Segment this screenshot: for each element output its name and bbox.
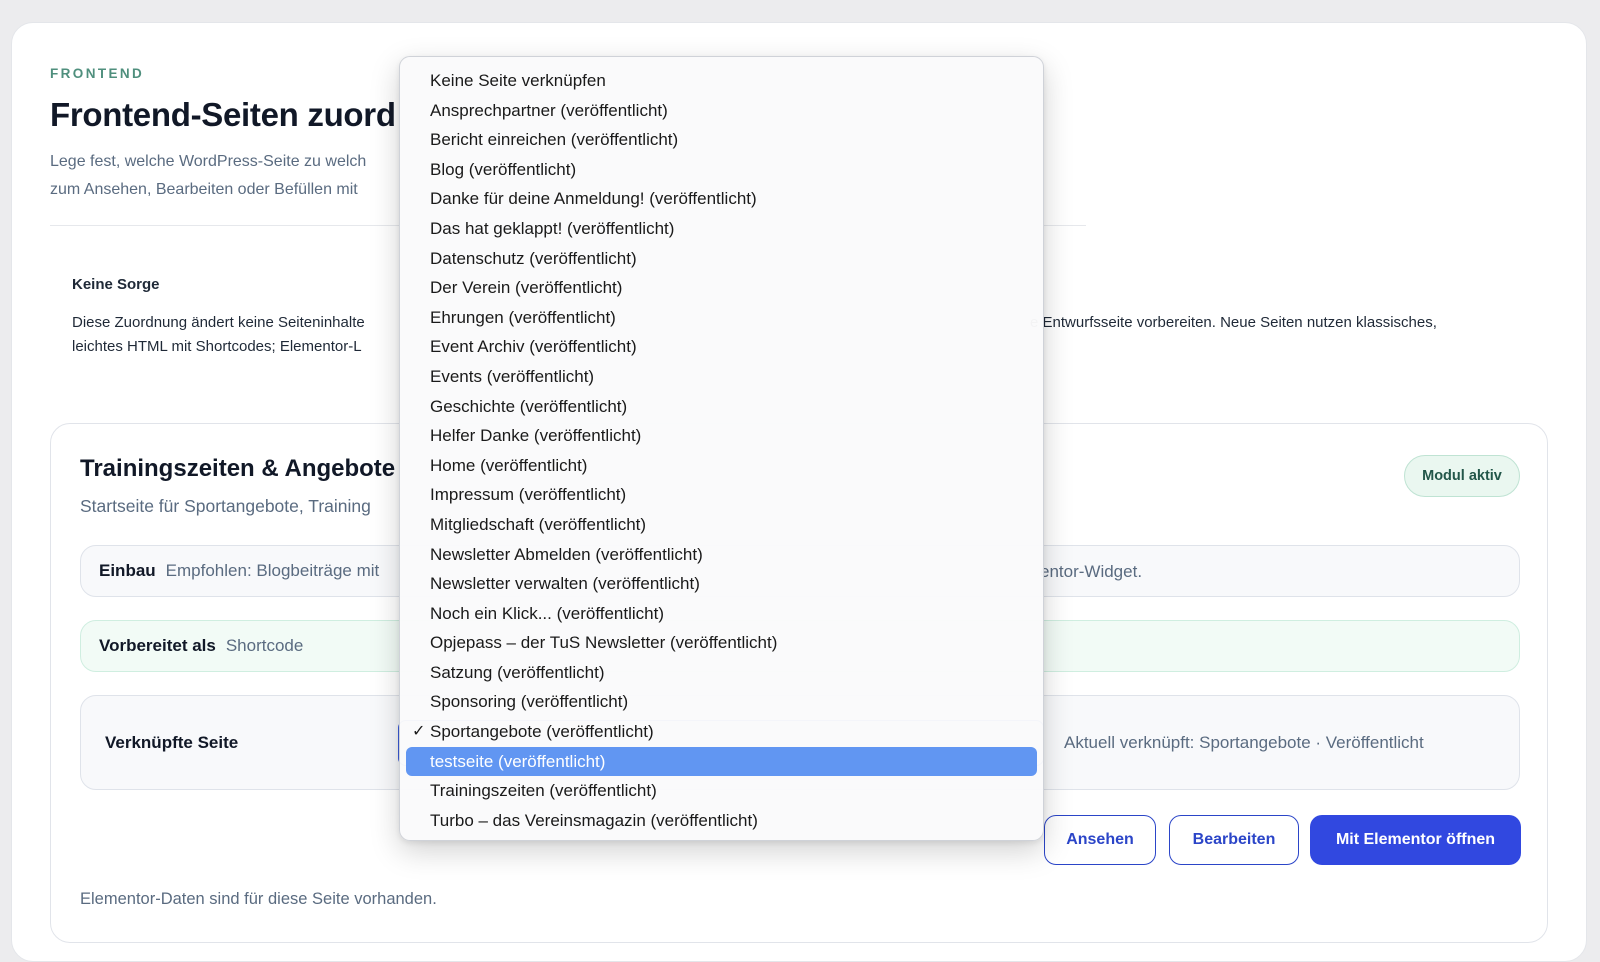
option-datenschutz[interactable]: Datenschutz (veröffentlicht) bbox=[400, 244, 1043, 274]
option-turbo[interactable]: Turbo – das Vereinsmagazin (veröffentlic… bbox=[400, 806, 1043, 836]
option-bericht-einreichen[interactable]: Bericht einreichen (veröffentlicht) bbox=[400, 125, 1043, 155]
option-das-hat-geklappt[interactable]: Das hat geklappt! (veröffentlicht) bbox=[400, 214, 1043, 244]
option-home[interactable]: Home (veröffentlicht) bbox=[400, 451, 1043, 481]
prepared-value: Shortcode bbox=[225, 636, 304, 655]
module-status-badge: Modul aktiv bbox=[1404, 455, 1520, 497]
elementor-data-note: Elementor-Daten sind für diese Seite vor… bbox=[80, 890, 437, 908]
module-title: Trainingszeiten & Angebote bbox=[80, 455, 396, 482]
linked-page-label: Verknüpfte Seite bbox=[105, 732, 239, 752]
option-trainingszeiten[interactable]: Trainingszeiten (veröffentlicht) bbox=[400, 776, 1043, 806]
einbau-value: Empfohlen: Blogbeiträge mit bbox=[165, 561, 380, 580]
option-satzung[interactable]: Satzung (veröffentlicht) bbox=[400, 658, 1043, 688]
note-text-line-1-tail: e Entwurfsseite vorbereiten. Neue Seiten… bbox=[1030, 314, 1437, 331]
option-sportangebote[interactable]: ✓ Sportangebote (veröffentlicht) bbox=[400, 717, 1043, 747]
option-ehrungen[interactable]: Ehrungen (veröffentlicht) bbox=[400, 303, 1043, 333]
option-danke-anmeldung[interactable]: Danke für deine Anmeldung! (veröffentlic… bbox=[400, 184, 1043, 214]
option-impressum[interactable]: Impressum (veröffentlicht) bbox=[400, 480, 1043, 510]
note-title: Keine Sorge bbox=[72, 276, 160, 293]
option-opjepass[interactable]: Opjepass – der TuS Newsletter (veröffent… bbox=[400, 628, 1043, 658]
einbau-value-tail: entor-Widget. bbox=[1040, 562, 1143, 581]
option-geschichte[interactable]: Geschichte (veröffentlicht) bbox=[400, 392, 1043, 422]
note-text-line-1: Diese Zuordnung ändert keine Seiteninhal… bbox=[72, 314, 365, 331]
checkmark-icon: ✓ bbox=[412, 723, 426, 741]
option-newsletter-verwalten[interactable]: Newsletter verwalten (veröffentlicht) bbox=[400, 569, 1043, 599]
option-event-archiv[interactable]: Event Archiv (veröffentlicht) bbox=[400, 332, 1043, 362]
current-link-status: Aktuell verknüpft: Sportangebote · Veröf… bbox=[1064, 733, 1424, 752]
option-newsletter-abmelden[interactable]: Newsletter Abmelden (veröffentlicht) bbox=[400, 540, 1043, 570]
option-mitgliedschaft[interactable]: Mitgliedschaft (veröffentlicht) bbox=[400, 510, 1043, 540]
option-ansprechpartner[interactable]: Ansprechpartner (veröffentlicht) bbox=[400, 96, 1043, 126]
option-sponsoring[interactable]: Sponsoring (veröffentlicht) bbox=[400, 687, 1043, 717]
section-eyebrow: FRONTEND bbox=[50, 66, 145, 81]
option-noch-ein-klick[interactable]: Noch ein Klick... (veröffentlicht) bbox=[400, 599, 1043, 629]
option-sportangebote-label: Sportangebote (veröffentlicht) bbox=[430, 722, 654, 742]
option-helfer-danke[interactable]: Helfer Danke (veröffentlicht) bbox=[400, 421, 1043, 451]
option-events[interactable]: Events (veröffentlicht) bbox=[400, 362, 1043, 392]
option-der-verein[interactable]: Der Verein (veröffentlicht) bbox=[400, 273, 1043, 303]
page-title: Frontend-Seiten zuord bbox=[50, 96, 396, 133]
edit-button[interactable]: Bearbeiten bbox=[1169, 815, 1299, 865]
open-elementor-button[interactable]: Mit Elementor öffnen bbox=[1310, 815, 1521, 865]
option-blog[interactable]: Blog (veröffentlicht) bbox=[400, 155, 1043, 185]
option-none[interactable]: Keine Seite verknüpfen bbox=[400, 66, 1043, 96]
prepared-label: Vorbereitet als bbox=[99, 636, 216, 655]
einbau-label: Einbau bbox=[99, 561, 156, 580]
view-button[interactable]: Ansehen bbox=[1044, 815, 1156, 865]
module-subtitle: Startseite für Sportangebote, Training bbox=[80, 496, 371, 516]
page-select-dropdown[interactable]: Keine Seite verknüpfen Ansprechpartner (… bbox=[399, 56, 1044, 841]
option-testseite[interactable]: testseite (veröffentlicht) bbox=[406, 746, 1037, 777]
